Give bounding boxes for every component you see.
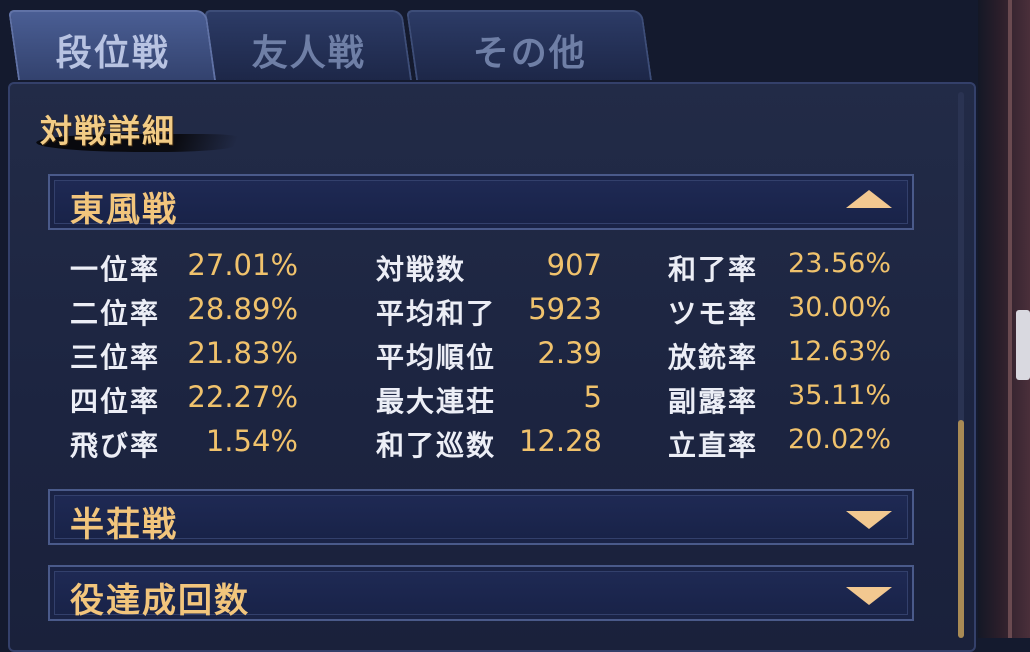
riichi-rate-label: 立直率 — [668, 429, 759, 462]
background-edge — [978, 0, 1030, 638]
east-round-label: 東風戦 — [70, 190, 178, 230]
east-round-header[interactable]: 東風戦 — [48, 174, 914, 230]
average-win-points-value: 5923 — [528, 292, 602, 326]
tab-other[interactable]: その他 — [406, 10, 652, 80]
win-rate-label: 和了率 — [668, 253, 759, 286]
stats-row: 三位率 21.83% 平均順位 2.39 放銃率 12.63% — [0, 336, 960, 380]
south-round-header[interactable]: 半荘戦 — [48, 489, 914, 545]
call-rate-label: 副露率 — [668, 385, 759, 418]
deal-in-rate-value: 12.63% — [788, 336, 891, 367]
side-decoration — [1016, 310, 1030, 380]
max-dealer-streak-label: 最大連荘 — [376, 385, 497, 418]
bust-rate-value: 1.54% — [205, 424, 298, 458]
first-place-rate-label: 一位率 — [70, 253, 161, 286]
tab-ranked-match-label: 段位戦 — [55, 33, 170, 74]
fourth-place-rate-label: 四位率 — [70, 385, 161, 418]
stats-row: 飛び率 1.54% 和了巡数 12.28 立直率 20.02% — [0, 424, 960, 468]
riichi-rate-value: 20.02% — [788, 424, 891, 455]
average-win-turn-value: 12.28 — [518, 424, 602, 458]
fourth-place-rate-value: 22.27% — [187, 380, 298, 414]
deal-in-rate-label: 放銃率 — [668, 341, 759, 374]
mode-tabs: その他 友人戦 段位戦 — [0, 0, 1030, 86]
third-place-rate-value: 21.83% — [187, 336, 298, 370]
third-place-rate-label: 三位率 — [70, 341, 161, 374]
expand-arrow-icon — [846, 511, 892, 529]
east-round-stats: 一位率 27.01% 対戦数 907 和了率 23.56% 二位率 28.89%… — [0, 248, 960, 468]
average-rank-value: 2.39 — [537, 336, 602, 370]
section-title: 対戦詳細 — [40, 112, 177, 150]
frame-border — [1008, 0, 1012, 638]
tsumo-rate-value: 30.00% — [788, 292, 891, 323]
tab-ranked-match[interactable]: 段位戦 — [8, 10, 217, 80]
second-place-rate-label: 二位率 — [70, 297, 161, 330]
yaku-count-label: 役達成回数 — [70, 581, 250, 621]
south-round-label: 半荘戦 — [70, 505, 178, 545]
average-win-turn-label: 和了巡数 — [376, 429, 497, 462]
collapse-arrow-icon — [846, 190, 892, 208]
max-dealer-streak-value: 5 — [583, 380, 602, 414]
average-win-points-label: 平均和了 — [376, 297, 497, 330]
win-rate-value: 23.56% — [788, 248, 891, 279]
tab-other-label: その他 — [472, 33, 587, 74]
stats-row: 一位率 27.01% 対戦数 907 和了率 23.56% — [0, 248, 960, 292]
bust-rate-label: 飛び率 — [70, 429, 161, 462]
stats-row: 四位率 22.27% 最大連荘 5 副露率 35.11% — [0, 380, 960, 424]
match-count-label: 対戦数 — [376, 253, 467, 286]
expand-arrow-icon — [846, 587, 892, 605]
second-place-rate-value: 28.89% — [187, 292, 298, 326]
tsumo-rate-label: ツモ率 — [668, 297, 759, 330]
average-rank-label: 平均順位 — [376, 341, 497, 374]
first-place-rate-value: 27.01% — [187, 248, 298, 282]
tab-friend-match-label: 友人戦 — [251, 33, 366, 74]
match-count-value: 907 — [546, 248, 602, 282]
yaku-count-header[interactable]: 役達成回数 — [48, 565, 914, 621]
stats-row: 二位率 28.89% 平均和了 5923 ツモ率 30.00% — [0, 292, 960, 336]
call-rate-value: 35.11% — [788, 380, 891, 411]
tab-friend-match[interactable]: 友人戦 — [204, 10, 412, 80]
